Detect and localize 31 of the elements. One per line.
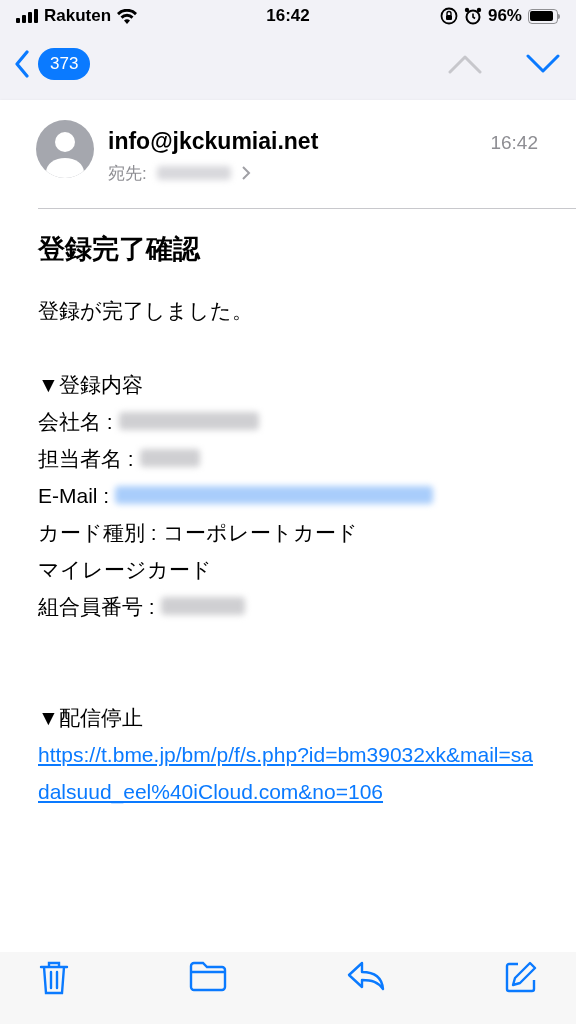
body-text: カード種別 : コーポレートカード	[38, 519, 359, 546]
field-label: 担当者名 :	[38, 445, 135, 472]
field-label: 組合員番号 :	[38, 593, 156, 620]
trash-icon[interactable]	[38, 960, 70, 996]
recipient-label: 宛先:	[108, 162, 147, 185]
blurred-value	[139, 449, 200, 467]
back-icon[interactable]	[14, 50, 30, 78]
battery-icon	[528, 8, 560, 24]
alarm-icon	[463, 7, 482, 25]
chevron-right-icon[interactable]	[240, 165, 251, 182]
sender-address[interactable]: info@jkckumiai.net	[108, 124, 319, 159]
compose-icon[interactable]	[504, 960, 538, 994]
rotation-lock-icon	[439, 7, 458, 25]
next-message-icon[interactable]	[526, 54, 560, 74]
body-text: マイレージカード	[38, 556, 213, 583]
field-label: E-Mail :	[38, 482, 111, 509]
folder-icon[interactable]	[189, 960, 228, 992]
body-text: 登録が完了しました。	[38, 297, 254, 324]
unsubscribe-link[interactable]: https://t.bme.jp/bm/p/f/s.php?id=bm39032xk&mail=sadalsuud_eel%40iCloud.com&no=106	[38, 735, 538, 810]
wifi-icon	[117, 8, 138, 24]
battery-percent: 96%	[487, 5, 522, 28]
message-subject: 登録完了確認	[38, 233, 202, 266]
message-time: 16:42	[490, 131, 538, 155]
body-text: ▼配信停止	[38, 704, 144, 731]
unread-count-badge[interactable]: 373	[38, 48, 91, 80]
signal-icon	[16, 9, 38, 23]
field-label: 会社名 :	[38, 408, 114, 435]
carrier-name: Rakuten	[44, 5, 112, 28]
body-text: ▼登録内容	[38, 371, 144, 398]
status-time: 16:42	[266, 5, 310, 28]
reply-icon[interactable]	[346, 960, 385, 992]
